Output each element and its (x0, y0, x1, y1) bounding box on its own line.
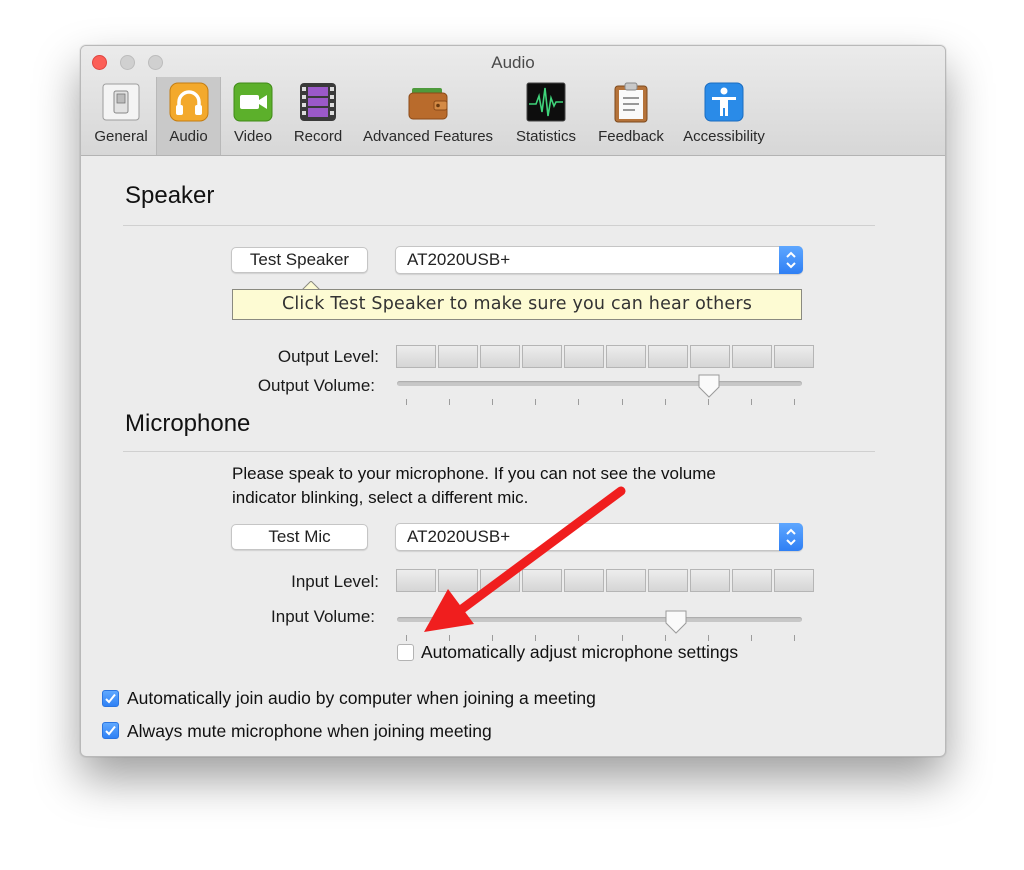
annotation-arrow (424, 486, 626, 632)
